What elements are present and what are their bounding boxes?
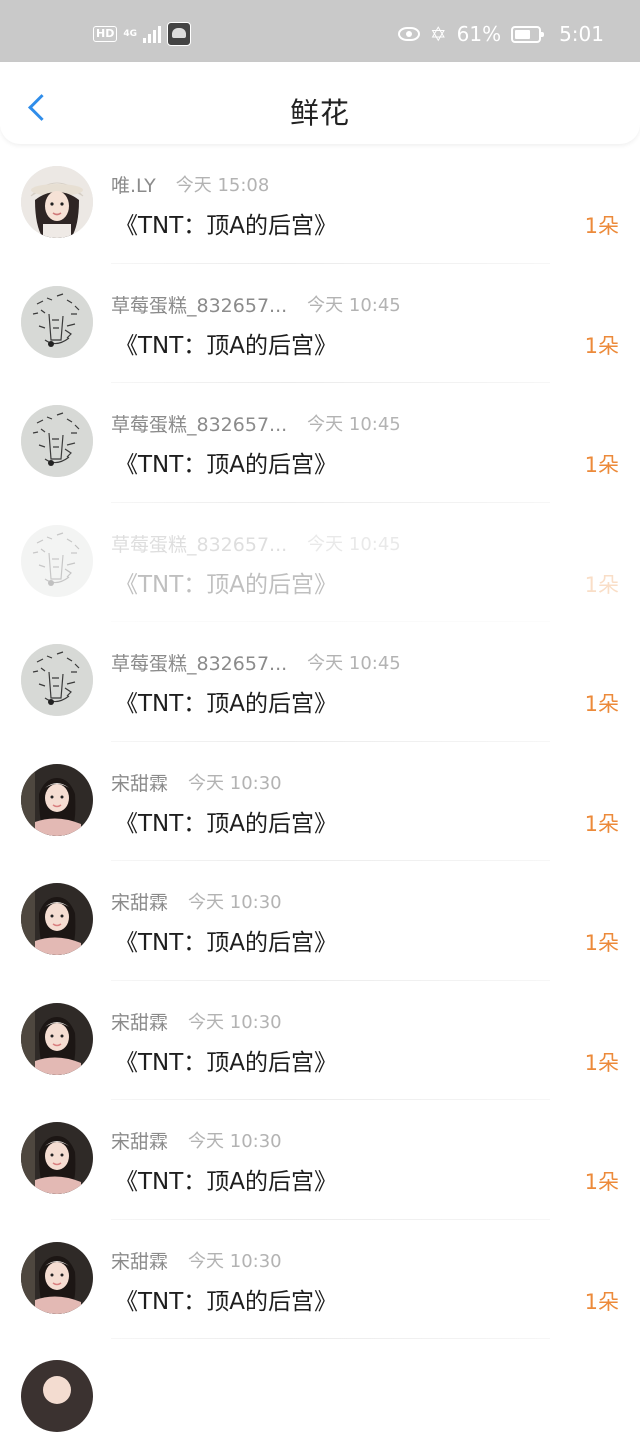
battery-percent: 61% bbox=[456, 22, 502, 46]
book-title[interactable]: 《TNT：顶A的后宫》 bbox=[115, 1282, 337, 1316]
post-time: 今天 10:45 bbox=[307, 414, 401, 435]
avatar[interactable] bbox=[21, 763, 93, 836]
post-time: 今天 15:08 bbox=[175, 175, 270, 196]
notification-app-icon bbox=[167, 22, 191, 46]
item-meta: 唯.LY 今天 15:08 bbox=[111, 171, 269, 198]
post-time: 今天 10:30 bbox=[188, 1131, 282, 1152]
page-title: 鲜花 bbox=[289, 96, 350, 130]
book-title[interactable]: 《TNT：顶A的后宫》 bbox=[115, 206, 337, 240]
flower-count: 1朵 bbox=[584, 1050, 619, 1075]
post-time: 今天 10:30 bbox=[188, 1250, 282, 1272]
app-header: 鲜花 bbox=[0, 62, 640, 144]
list-item[interactable]: 宋甜霖 今天 10:30 《TNT：顶A的后宫》 1朵 bbox=[0, 742, 640, 861]
flower-count: 1朵 bbox=[584, 214, 619, 238]
list-item[interactable]: 宋甜霖 今天 10:30 《TNT：顶A的后宫》 1朵 bbox=[0, 1220, 640, 1339]
avatar-image bbox=[21, 644, 93, 716]
book-title[interactable]: 《TNT：顶A的后宫》 bbox=[115, 445, 337, 479]
avatar-image bbox=[21, 1360, 93, 1432]
flower-list: 唯.LY 今天 15:08 《TNT：顶A的后宫》 1朵 草莓蛋糕_832657... 今… bbox=[0, 144, 640, 1339]
avatar[interactable] bbox=[21, 1122, 93, 1194]
user-name[interactable]: 草莓蛋糕_832657... bbox=[111, 410, 287, 437]
user-name[interactable]: 宋甜霖 bbox=[111, 1127, 168, 1154]
list-item[interactable]: 草莓蛋糕_832657... 今天 10:45 《TNT：顶A的后宫》 1朵 bbox=[0, 622, 640, 742]
list-item[interactable]: 唯.LY 今天 15:08 《TNT：顶A的后宫》 1朵 bbox=[0, 144, 640, 264]
avatar-image bbox=[21, 405, 93, 477]
book-title[interactable]: 《TNT：顶A的后宫》 bbox=[115, 923, 337, 957]
avatar[interactable] bbox=[21, 285, 93, 358]
avatar-image bbox=[21, 1241, 93, 1314]
user-name[interactable]: 草莓蛋糕_832657... bbox=[111, 291, 287, 318]
item-meta: 草莓蛋糕_832657... 今天 10:45 bbox=[111, 291, 401, 318]
clock: 5:01 bbox=[559, 22, 604, 46]
avatar-image bbox=[21, 524, 93, 597]
book-title[interactable]: 《TNT：顶A的后宫》 bbox=[115, 1162, 337, 1196]
avatar-image bbox=[21, 883, 93, 955]
book-title[interactable]: 《TNT：顶A的后宫》 bbox=[115, 1043, 337, 1077]
status-bar-left: HD 4G bbox=[93, 22, 191, 46]
flower-count: 1朵 bbox=[584, 572, 619, 597]
item-meta: 宋甜霖 今天 10:30 bbox=[111, 769, 282, 796]
avatar-image bbox=[21, 1002, 93, 1075]
item-meta: 草莓蛋糕_832657... 今天 10:45 bbox=[111, 410, 401, 437]
list-item[interactable]: 宋甜霖 今天 10:30 《TNT：顶A的后宫》 1朵 bbox=[0, 861, 640, 981]
flower-count: 1朵 bbox=[584, 1289, 619, 1314]
book-title[interactable]: 《TNT：顶A的后宫》 bbox=[115, 326, 337, 360]
post-time: 今天 10:45 bbox=[307, 294, 401, 316]
item-meta: 宋甜霖 今天 10:30 bbox=[111, 1008, 282, 1035]
battery-icon bbox=[511, 25, 545, 43]
avatar[interactable] bbox=[21, 166, 93, 238]
user-name[interactable]: 宋甜霖 bbox=[111, 769, 168, 796]
flower-count: 1朵 bbox=[584, 811, 619, 836]
flower-count: 1朵 bbox=[584, 692, 619, 716]
list-item[interactable]: 草莓蛋糕_832657... 今天 10:45 《TNT：顶A的后宫》 1朵 bbox=[0, 383, 640, 503]
status-bar: HD 4G ✡ 61% 5:01 bbox=[0, 0, 640, 62]
hd-badge: HD bbox=[93, 26, 118, 42]
item-meta: 草莓蛋糕_832657... 今天 10:45 bbox=[111, 649, 401, 676]
user-name[interactable]: 唯.LY bbox=[111, 171, 156, 198]
avatar[interactable] bbox=[21, 1002, 93, 1075]
user-name[interactable]: 宋甜霖 bbox=[111, 888, 168, 915]
bluetooth-icon: ✡ bbox=[429, 22, 447, 46]
book-title[interactable]: 《TNT：顶A的后宫》 bbox=[115, 565, 337, 599]
flower-count: 1朵 bbox=[584, 453, 619, 477]
post-time: 今天 10:30 bbox=[188, 1011, 282, 1033]
user-name[interactable]: 宋甜霖 bbox=[111, 1247, 168, 1274]
network-type: 4G bbox=[123, 28, 137, 39]
eye-comfort-icon bbox=[397, 27, 420, 41]
avatar-image bbox=[21, 285, 93, 358]
book-title[interactable]: 《TNT：顶A的后宫》 bbox=[115, 684, 337, 718]
item-meta: 宋甜霖 今天 10:30 bbox=[111, 1247, 282, 1274]
item-meta: 宋甜霖 今天 10:30 bbox=[111, 888, 282, 915]
item-meta: 宋甜霖 今天 10:30 bbox=[111, 1127, 282, 1154]
post-time: 今天 10:45 bbox=[307, 653, 401, 674]
avatar[interactable] bbox=[21, 1241, 93, 1314]
avatar-image bbox=[21, 763, 93, 836]
user-name[interactable]: 草莓蛋糕_832657... bbox=[111, 530, 287, 557]
book-title[interactable]: 《TNT：顶A的后宫》 bbox=[115, 804, 337, 838]
post-time: 今天 10:30 bbox=[188, 772, 282, 794]
flower-count: 1朵 bbox=[584, 333, 619, 358]
user-name[interactable]: 宋甜霖 bbox=[111, 1008, 168, 1035]
list-item[interactable]: 草莓蛋糕_832657... 今天 10:45 《TNT：顶A的后宫》 1朵 bbox=[0, 264, 640, 383]
avatar-image bbox=[21, 166, 93, 238]
avatar[interactable] bbox=[21, 524, 93, 597]
user-name[interactable]: 草莓蛋糕_832657... bbox=[111, 649, 287, 676]
avatar[interactable] bbox=[21, 405, 93, 477]
signal-icon bbox=[143, 25, 161, 43]
post-time: 今天 10:30 bbox=[188, 892, 282, 913]
flower-count: 1朵 bbox=[584, 931, 619, 955]
list-item[interactable]: 草莓蛋糕_832657... 今天 10:45 《TNT：顶A的后宫》 1朵 bbox=[0, 503, 640, 622]
avatar[interactable] bbox=[21, 644, 93, 716]
post-time: 今天 10:45 bbox=[307, 533, 401, 555]
avatar-image bbox=[21, 1122, 93, 1194]
divider bbox=[111, 1338, 550, 1339]
status-bar-right: ✡ 61% 5:01 bbox=[397, 22, 604, 46]
avatar[interactable] bbox=[21, 883, 93, 955]
item-meta: 草莓蛋糕_832657... 今天 10:45 bbox=[111, 530, 401, 557]
list-item[interactable]: 宋甜霖 今天 10:30 《TNT：顶A的后宫》 1朵 bbox=[0, 1100, 640, 1220]
list-item[interactable]: 宋甜霖 今天 10:30 《TNT：顶A的后宫》 1朵 bbox=[0, 981, 640, 1100]
avatar[interactable] bbox=[21, 1360, 93, 1432]
flower-count: 1朵 bbox=[584, 1170, 619, 1194]
